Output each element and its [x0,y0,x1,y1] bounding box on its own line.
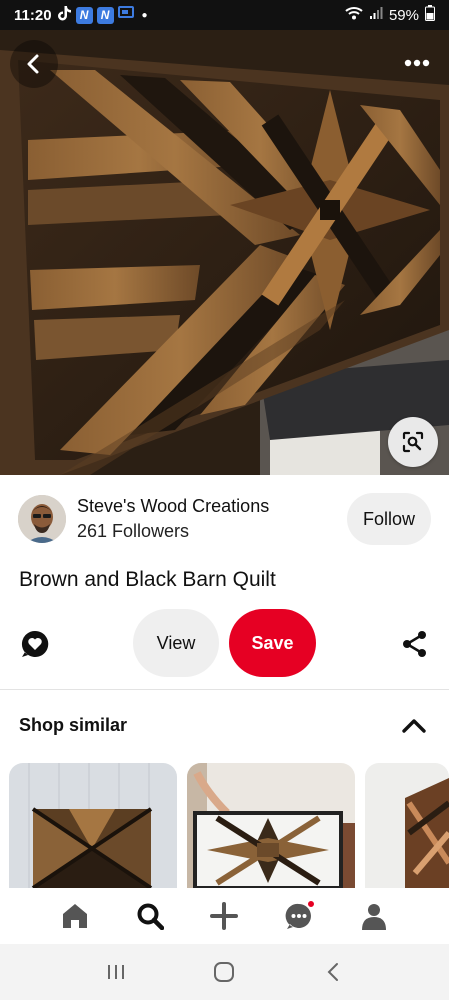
comment-heart-icon [21,630,49,657]
chevron-up-icon [402,719,426,733]
wifi-icon [345,6,363,24]
visual-search-button[interactable] [388,417,438,467]
share-button[interactable] [402,630,428,658]
shop-similar-title: Shop similar [19,715,128,735]
recents-button[interactable] [101,957,131,987]
creator-name[interactable]: Steve's Wood Creations [77,496,269,517]
notification-icons: N N ● [57,5,148,25]
home-circle-icon [214,962,235,982]
screen-icon [117,6,134,24]
home-button[interactable] [209,957,239,987]
view-button[interactable]: View [133,609,219,677]
shop-product-thumbnail[interactable] [187,763,355,888]
creator-followers: 261 Followers [77,521,190,541]
ellipsis-icon [404,59,430,67]
follow-button[interactable]: Follow [346,493,431,545]
shop-product-thumbnail[interactable] [9,763,177,888]
share-icon [403,631,426,657]
home-icon [63,904,88,928]
recents-icon [108,965,125,979]
battery-text: 59% [388,6,419,24]
avatar[interactable] [18,495,66,543]
pin-image[interactable] [0,30,449,475]
back-button[interactable] [10,40,58,88]
status-time: 11:20 [14,6,52,24]
chevron-left-icon [27,54,39,74]
signal-icon [369,6,383,24]
comment-button[interactable] [20,629,50,659]
nav-create[interactable] [208,900,240,932]
back-system-button[interactable] [318,957,348,987]
lens-search-icon [402,431,424,453]
nav-home[interactable] [59,900,91,932]
tiktok-icon [57,5,72,25]
search-icon [137,903,164,930]
notification-dot [307,900,316,908]
more-options-button[interactable] [397,45,437,81]
creator-row: Steve's Wood Creations 261 Followers Fol… [18,490,431,548]
shop-product-thumbnail[interactable] [365,763,449,888]
profile-icon [361,904,386,930]
battery-icon [425,5,435,25]
nav-profile[interactable] [358,900,390,932]
status-bar: 11:20 N N ● 59% [0,0,449,30]
create-icon [210,902,239,930]
bottom-navigation [0,888,449,944]
pin-title: Brown and Black Barn Quilt [19,568,276,591]
n-app-icon: N [96,6,114,24]
back-icon [327,963,338,981]
nav-search[interactable] [134,900,166,932]
n-app-icon: N [75,6,93,24]
save-button[interactable]: Save [229,609,316,677]
nav-messages[interactable] [283,900,316,932]
system-navigation [0,944,449,1000]
collapse-button[interactable] [400,714,428,738]
divider [0,689,449,690]
dot-icon: ● [141,9,148,21]
